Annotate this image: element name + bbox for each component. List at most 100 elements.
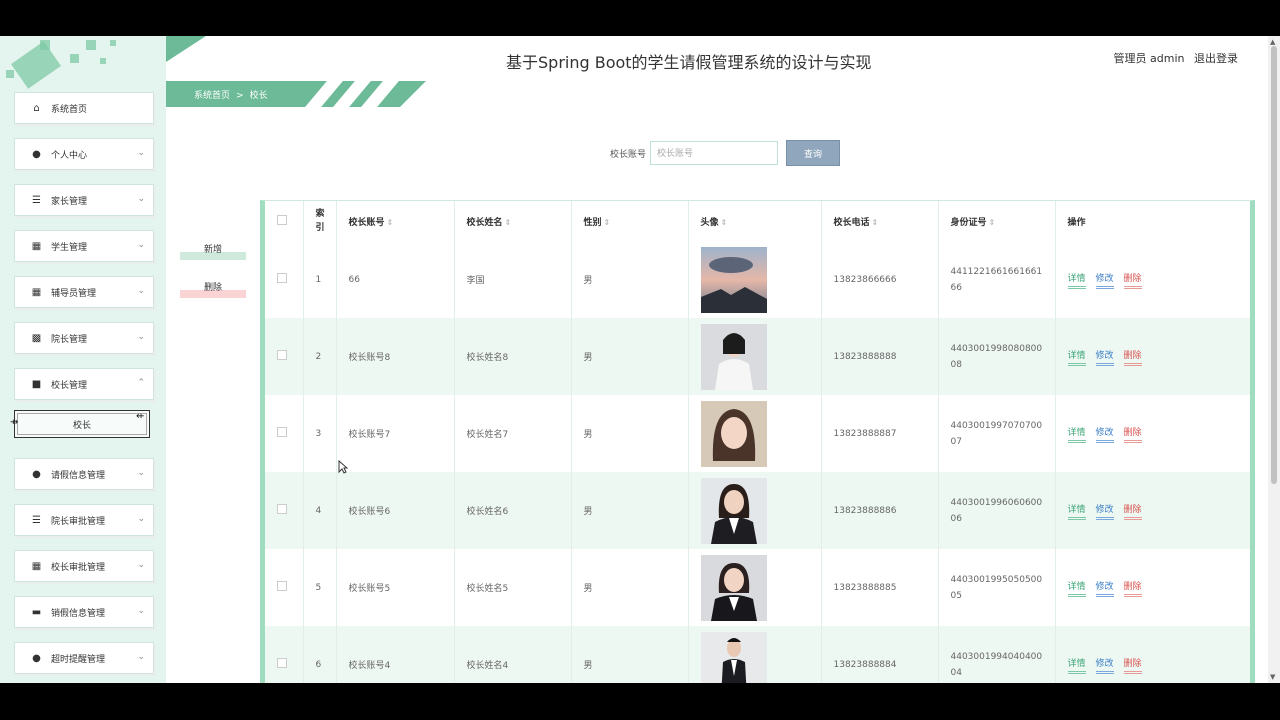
cell-ops: 详情 修改 删除 [1055,626,1250,683]
sidebar-item[interactable]: ● 请假信息管理 ⌄ [14,458,154,490]
sidebar-item[interactable]: ▦ 辅导员管理 ⌄ [14,276,154,308]
row-checkbox[interactable] [277,427,287,437]
header-select[interactable] [265,201,304,241]
cell-account: 校长账号5 [336,549,455,626]
cell-ops: 详情 修改 删除 [1055,318,1250,395]
cell-gender: 男 [571,395,689,472]
row-select[interactable] [265,549,304,626]
avatar[interactable] [700,246,821,313]
breadcrumb-home[interactable]: 系统首页 [194,91,230,101]
sidebar-item[interactable]: ▦ 学生管理 ⌄ [14,230,154,262]
cell-phone: 13823866666 [821,241,939,318]
sidebar-item[interactable]: ▬ 销假信息管理 ⌄ [14,596,154,628]
cell-gender: 男 [571,626,689,683]
edit-button[interactable]: 修改 [1095,656,1114,674]
username: 管理员 admin [1113,52,1185,65]
cell-ops: 详情 修改 删除 [1055,549,1250,626]
edit-button[interactable]: 修改 [1095,579,1114,597]
sidebar-item[interactable]: ☰ 院长审批管理 ⌄ [14,504,154,536]
table-row[interactable]: 2 校长账号8 校长姓名8 男 13823888888 44030019980808000… [265,318,1250,395]
delete-button[interactable]: 删除 [1123,271,1142,289]
scroll-thumb[interactable] [1271,46,1277,484]
delete-button[interactable]: 删除 [1123,425,1142,443]
header-account[interactable]: 校长账号 ⇕ [336,201,455,241]
table-row[interactable]: 4 校长账号6 校长姓名6 男 13823888886 44030019960606000… [265,472,1250,549]
header-idcard[interactable]: 身份证号 ⇕ [938,201,1056,241]
cell-avatar [688,472,822,549]
add-button-label: 新增 [203,244,222,254]
sidebar-item[interactable]: ⌂ 系统首页 [14,92,154,124]
header-phone[interactable]: 校长电话 ⇕ [821,201,939,241]
edit-button[interactable]: 修改 [1095,271,1114,289]
sort-icon[interactable]: ⇕ [721,218,728,227]
row-checkbox[interactable] [277,350,287,360]
detail-button[interactable]: 详情 [1067,656,1086,674]
sidebar-item[interactable]: ▦ 校长审批管理 ⌄ [14,550,154,582]
search-input[interactable] [650,141,779,165]
delete-button[interactable]: 删除 [1123,579,1142,597]
row-checkbox[interactable] [277,658,287,668]
header-avatar-label: 头像 [700,217,719,228]
grid9-icon: ▩ [31,332,42,344]
delete-button[interactable]: 删除 [1123,502,1142,520]
row-checkbox[interactable] [277,273,287,283]
sort-icon[interactable]: ⇕ [989,218,996,227]
bulk-delete-button[interactable]: 删除 [180,280,246,298]
edit-button[interactable]: 修改 [1095,348,1114,366]
edit-button[interactable]: 修改 [1095,502,1114,520]
sidebar-item-label: 学生管理 [51,242,88,253]
sort-icon[interactable]: ⇕ [387,218,394,227]
delete-button[interactable]: 删除 [1123,656,1142,674]
avatar[interactable] [700,631,821,683]
detail-button[interactable]: 详情 [1067,579,1086,597]
row-select[interactable] [265,472,304,549]
header-avatar[interactable]: 头像 ⇕ [688,201,822,241]
detail-button[interactable]: 详情 [1067,271,1086,289]
sidebar-item[interactable]: ☰ 家长管理 ⌄ [14,184,154,216]
idcard-text: 441122166166166166 [950,266,1043,293]
sidebar-item[interactable]: ● 超时提醒管理 ⌄ [14,642,154,674]
row-select[interactable] [265,241,304,318]
header-gender[interactable]: 性别 ⇕ [571,201,689,241]
detail-button[interactable]: 详情 [1067,348,1086,366]
sidebar-item[interactable]: ■ 校长管理 ⌃ [14,368,154,400]
delete-button[interactable]: 删除 [1123,348,1142,366]
row-select[interactable] [265,395,304,472]
avatar[interactable] [700,400,821,467]
sidebar-item[interactable]: ▩ 院长管理 ⌄ [14,322,154,354]
edit-button[interactable]: 修改 [1095,425,1114,443]
add-button[interactable]: 新增 [180,242,246,260]
header-name[interactable]: 校长姓名 ⇕ [454,201,572,241]
table-row[interactable]: 5 校长账号5 校长姓名5 男 13823888885 44030019950505000… [265,549,1250,626]
sort-icon[interactable]: ⇕ [872,218,879,227]
logout-link[interactable]: 退出登录 [1194,52,1238,65]
detail-button[interactable]: 详情 [1067,425,1086,443]
cell-account: 66 [336,241,455,318]
row-checkbox[interactable] [277,581,287,591]
select-all-checkbox[interactable] [277,214,287,225]
row-select[interactable] [265,318,304,395]
sidebar-subitem-principal[interactable]: 校长 [14,410,150,438]
table-row[interactable]: 6 校长账号4 校长姓名4 男 13823888884 44030019940404000… [265,626,1250,683]
sort-icon[interactable]: ⇕ [604,218,611,227]
row-checkbox[interactable] [277,504,287,514]
table-row[interactable]: 3 校长账号7 校长姓名7 男 13823888887 44030019970707000… [265,395,1250,472]
decorative-shape [100,58,106,64]
sidebar-item[interactable]: ● 个人中心 ⌄ [14,138,154,170]
user-icon: ● [32,652,41,664]
avatar[interactable] [700,477,821,544]
scroll-down-arrow-icon[interactable]: ▼ [1270,673,1275,681]
scroll-up-arrow-icon[interactable]: ▲ [1270,38,1275,46]
cell-name: 校长姓名7 [454,395,572,472]
cell-idcard: 440300199707070007 [938,395,1056,472]
sort-icon[interactable]: ⇕ [505,218,512,227]
row-select[interactable] [265,626,304,683]
page-scrollbar[interactable]: ▲ ▼ [1268,36,1280,683]
avatar[interactable] [700,323,821,390]
sidebar-item-label: 销假信息管理 [51,608,106,619]
search-button[interactable]: 查询 [786,140,841,166]
table-row[interactable]: 1 66 李国男 13823866666 441122166166166166 详情 修改删… [265,241,1250,318]
cell-gender: 男 [571,241,689,318]
detail-button[interactable]: 详情 [1067,502,1086,520]
avatar[interactable] [700,554,821,621]
